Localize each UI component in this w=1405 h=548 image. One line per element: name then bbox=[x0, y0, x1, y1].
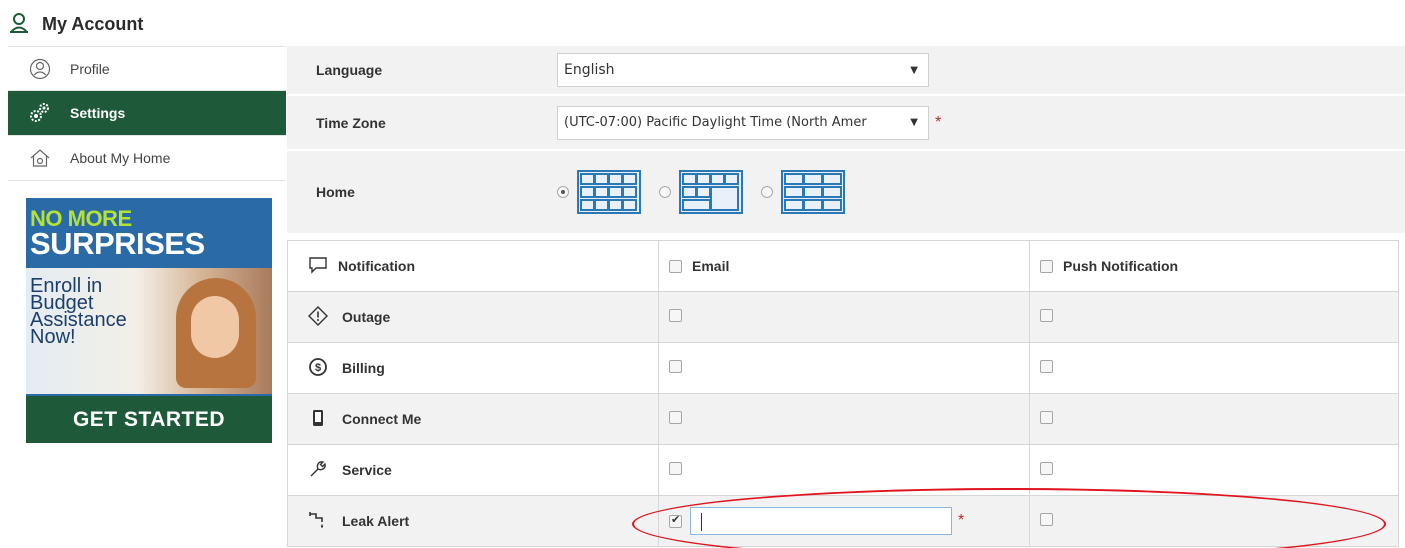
leak-alert-label: Leak Alert bbox=[342, 513, 410, 529]
sidebar-item-profile[interactable]: Profile bbox=[8, 46, 286, 91]
billing-push-checkbox[interactable] bbox=[1040, 360, 1053, 373]
table-row: Connect Me bbox=[287, 393, 1399, 445]
phone-icon bbox=[308, 408, 328, 431]
timezone-label: Time Zone bbox=[316, 114, 386, 131]
layout-option-1[interactable] bbox=[557, 170, 641, 214]
service-push-checkbox[interactable] bbox=[1040, 462, 1053, 475]
push-column-label: Push Notification bbox=[1063, 258, 1179, 274]
notification-header-row: Notification Email Push Notification bbox=[287, 240, 1399, 292]
timezone-value: (UTC-07:00) Pacific Daylight Time (North… bbox=[564, 115, 867, 130]
email-column-label: Email bbox=[692, 258, 730, 274]
layout-radio-3[interactable] bbox=[761, 186, 773, 198]
table-row: Outage bbox=[287, 291, 1399, 343]
push-all-checkbox[interactable] bbox=[1040, 259, 1053, 273]
home-label: Home bbox=[316, 184, 355, 200]
layout-4x3-icon bbox=[577, 170, 641, 214]
language-value: English bbox=[564, 62, 615, 78]
promo-photo-face bbox=[191, 296, 239, 358]
budget-assistance-banner[interactable]: NO MORE SURPRISES Enroll in Budget Assis… bbox=[26, 198, 272, 443]
sidebar-item-label: About My Home bbox=[70, 150, 171, 166]
timezone-row: Time Zone (UTC-07:00) Pacific Daylight T… bbox=[287, 96, 1405, 151]
layout-option-3[interactable] bbox=[761, 170, 845, 214]
layout-2x3-icon bbox=[781, 170, 845, 214]
required-asterisk: * bbox=[935, 113, 942, 131]
notification-table: Notification Email Push Notification Out… bbox=[287, 240, 1399, 547]
language-label: Language bbox=[316, 62, 383, 78]
language-select[interactable]: English ▼ bbox=[557, 53, 929, 87]
page-title: My Account bbox=[42, 13, 144, 34]
leak-alert-email-checkbox[interactable] bbox=[669, 513, 682, 528]
table-row: Service bbox=[287, 444, 1399, 496]
timezone-select[interactable]: (UTC-07:00) Pacific Daylight Time (North… bbox=[557, 105, 929, 140]
dropdown-arrow-icon: ▼ bbox=[910, 117, 918, 128]
gears-icon bbox=[28, 101, 52, 125]
layout-mixed-icon bbox=[679, 170, 743, 214]
home-layout-row: Home bbox=[287, 151, 1405, 235]
billing-icon: $ bbox=[308, 357, 328, 380]
sidebar-nav: Profile Settings About My Home bbox=[8, 46, 286, 181]
table-row: $ Billing bbox=[287, 342, 1399, 394]
profile-icon bbox=[28, 57, 52, 81]
service-label: Service bbox=[342, 462, 392, 478]
svg-text:$: $ bbox=[315, 362, 321, 374]
billing-email-checkbox[interactable] bbox=[669, 360, 682, 373]
leak-alert-push-checkbox[interactable] bbox=[1040, 513, 1053, 526]
dropdown-arrow-icon: ▼ bbox=[910, 64, 918, 76]
settings-form: Language English ▼ Time Zone (UTC-07:00)… bbox=[287, 46, 1405, 235]
outage-email-checkbox[interactable] bbox=[669, 309, 682, 322]
sidebar-item-label: Profile bbox=[70, 60, 110, 77]
outage-icon bbox=[308, 305, 328, 329]
home-icon bbox=[28, 146, 52, 170]
service-email-checkbox[interactable] bbox=[669, 462, 682, 475]
sidebar-item-label: Settings bbox=[70, 105, 126, 121]
notification-header-label: Notification bbox=[338, 258, 415, 274]
page-header: My Account bbox=[8, 8, 143, 40]
layout-option-2[interactable] bbox=[659, 170, 743, 214]
table-row: Leak Alert * bbox=[287, 495, 1399, 547]
connect-me-email-checkbox[interactable] bbox=[669, 411, 682, 424]
sidebar-item-about-my-home[interactable]: About My Home bbox=[8, 136, 286, 181]
language-row: Language English ▼ bbox=[287, 46, 1405, 96]
user-icon bbox=[8, 12, 30, 37]
promo-body-text: Enroll in Budget Assistance Now! bbox=[30, 275, 127, 348]
text-caret bbox=[701, 513, 702, 531]
get-started-button[interactable]: GET STARTED bbox=[26, 396, 272, 443]
leak-icon bbox=[308, 510, 328, 533]
outage-label: Outage bbox=[342, 309, 391, 325]
promo-headline-2: SURPRISES bbox=[30, 226, 205, 261]
wrench-icon bbox=[308, 459, 328, 482]
promo-photo: Enroll in Budget Assistance Now! bbox=[26, 268, 272, 394]
billing-label: Billing bbox=[342, 360, 385, 376]
chat-bubble-icon bbox=[308, 256, 328, 277]
connect-me-push-checkbox[interactable] bbox=[1040, 411, 1053, 424]
email-all-checkbox[interactable] bbox=[669, 259, 682, 273]
outage-push-checkbox[interactable] bbox=[1040, 309, 1053, 322]
leak-alert-email-input[interactable] bbox=[690, 507, 952, 535]
sidebar-item-settings[interactable]: Settings bbox=[8, 91, 286, 136]
layout-radio-2[interactable] bbox=[659, 186, 671, 198]
connect-me-label: Connect Me bbox=[342, 411, 422, 427]
required-asterisk: * bbox=[958, 512, 965, 529]
layout-radio-1[interactable] bbox=[557, 186, 569, 198]
